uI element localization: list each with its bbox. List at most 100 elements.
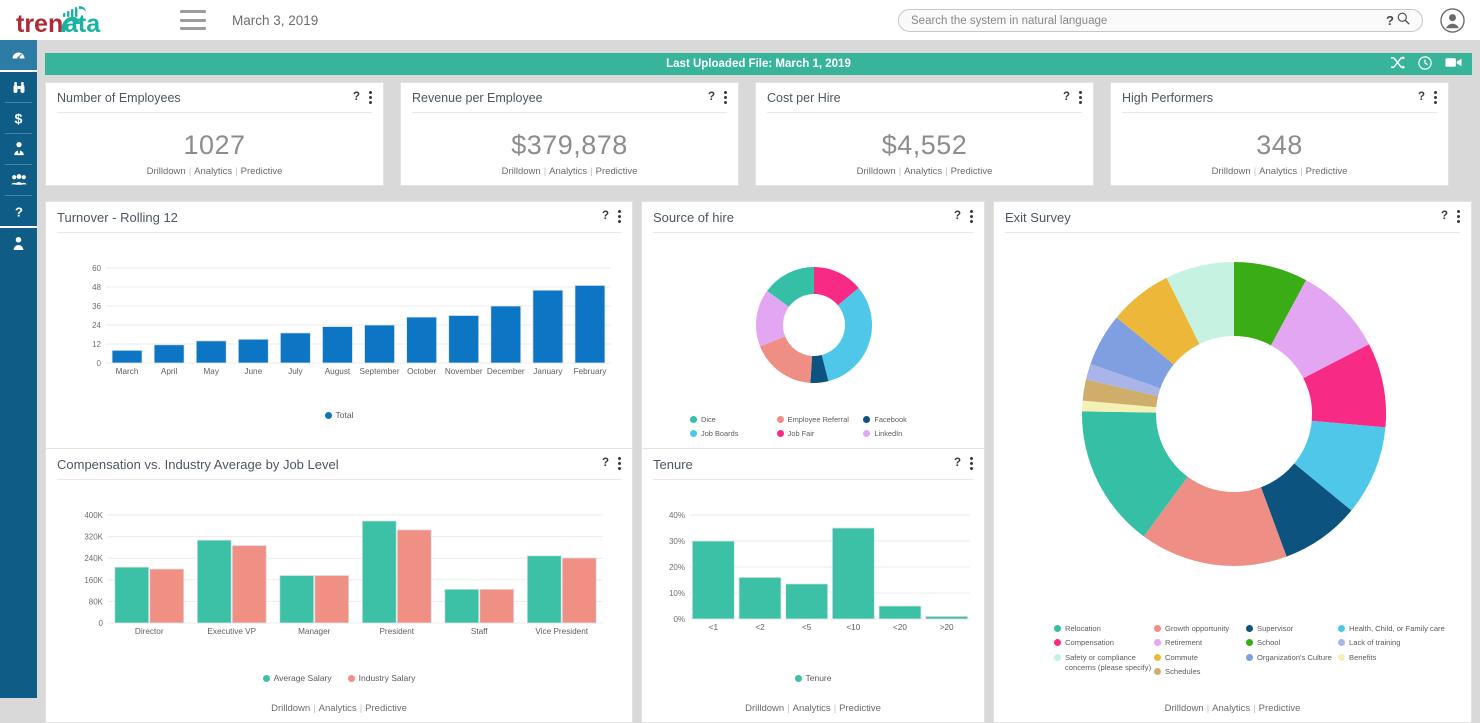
legend-item[interactable]: Health, Child, or Family care <box>1338 624 1448 634</box>
analytics-link[interactable]: Analytics <box>904 166 942 177</box>
drilldown-link[interactable]: Drilldown <box>1212 166 1251 177</box>
legend-item[interactable]: Facebook <box>863 415 950 424</box>
more-options-icon[interactable] <box>970 210 973 223</box>
more-options-icon[interactable] <box>369 91 372 104</box>
legend-item[interactable]: Total <box>324 410 353 420</box>
predictive-link[interactable]: Predictive <box>1306 166 1348 177</box>
sidebar-item-profile[interactable] <box>0 228 37 258</box>
kpi-card-cost-per-hire[interactable]: Cost per Hire ? $4,552 Drilldown | Analyti… <box>755 82 1094 186</box>
help-icon[interactable]: ? <box>708 91 715 104</box>
predictive-link[interactable]: Predictive <box>839 703 881 714</box>
drilldown-link[interactable]: Drilldown <box>857 166 896 177</box>
search-bar[interactable]: ? <box>898 9 1423 32</box>
help-icon[interactable]: ? <box>954 210 961 223</box>
help-icon[interactable]: ? <box>1063 91 1070 104</box>
help-icon[interactable]: ? <box>1441 210 1448 223</box>
panel-compensation[interactable]: Compensation vs. Industry Average by Job… <box>45 448 633 723</box>
panel-source-of-hire[interactable]: Source of hire ? Dice Employee Referral Fa… <box>641 201 985 476</box>
analytics-link[interactable]: Analytics <box>1212 703 1250 714</box>
sidebar-item-compensation[interactable]: $ <box>0 103 37 133</box>
source-of-hire-donut-chart[interactable] <box>642 247 986 407</box>
analytics-link[interactable]: Analytics <box>194 166 232 177</box>
legend-item[interactable]: Job Boards <box>690 429 777 438</box>
svg-text:0: 0 <box>97 359 102 368</box>
legend-item[interactable]: Industry Salary <box>347 673 415 683</box>
legend-item[interactable]: School <box>1246 638 1338 648</box>
trendata-logo[interactable]: tren ata <box>16 4 138 36</box>
search-input[interactable] <box>899 14 1387 27</box>
tenure-bar-chart[interactable]: 0% 10% 20% 30% 40% <1 <2 <5 <10 <20 >20 <box>642 507 986 667</box>
exit-survey-donut-chart[interactable] <box>994 244 1473 604</box>
predictive-link[interactable]: Predictive <box>365 703 407 714</box>
video-camera-icon[interactable] <box>1445 56 1462 69</box>
panel-tenure[interactable]: Tenure ? 0% 10% 20% 30% 40% <1 <2 <5 <10 <20 >20 T… <box>641 448 985 723</box>
legend-item[interactable]: Employee Referral <box>776 415 864 424</box>
sidebar-item-recruiting[interactable] <box>0 134 37 164</box>
drilldown-link[interactable]: Drilldown <box>745 703 784 714</box>
clock-icon[interactable] <box>1418 55 1432 70</box>
legend-color-swatch <box>1154 667 1161 675</box>
sidebar-item-help[interactable]: ? <box>0 196 37 226</box>
kpi-card-high-performers[interactable]: High Performers ? 348 Drilldown | Analytic… <box>1110 82 1449 186</box>
svg-text:ata: ata <box>64 10 101 36</box>
more-options-icon[interactable] <box>618 210 621 223</box>
more-options-icon[interactable] <box>1079 91 1082 104</box>
help-icon[interactable]: ? <box>602 457 609 470</box>
panel-turnover[interactable]: Turnover - Rolling 12 ? 0 12 24 36 48 60 March… <box>45 201 633 476</box>
legend-item[interactable]: Commute <box>1154 653 1246 663</box>
legend-item[interactable]: Retirement <box>1154 638 1246 648</box>
legend-item[interactable]: Schedules <box>1154 667 1246 677</box>
more-options-icon[interactable] <box>618 457 621 470</box>
kpi-card-number-of-employees[interactable]: Number of Employees ? 1027 Drilldown | Ana… <box>45 82 384 186</box>
analytics-link[interactable]: Analytics <box>319 703 357 714</box>
kpi-value: 348 <box>1256 130 1303 160</box>
drilldown-link[interactable]: Drilldown <box>502 166 541 177</box>
legend-item[interactable]: Lack of training <box>1338 638 1448 648</box>
legend-item[interactable]: Supervisor <box>1246 624 1338 634</box>
more-options-icon[interactable] <box>1434 91 1437 104</box>
predictive-link[interactable]: Predictive <box>951 166 993 177</box>
kpi-card-revenue-per-employee[interactable]: Revenue per Employee ? $379,878 Drilldow… <box>400 82 739 186</box>
legend-item[interactable]: Tenure <box>794 673 832 683</box>
sidebar-item-dashboard[interactable] <box>0 40 37 70</box>
svg-text:40%: 40% <box>669 511 685 520</box>
turnover-bar-chart[interactable]: 0 12 24 36 48 60 March April May June July August Se… <box>46 260 634 405</box>
legend-item[interactable]: Growth opportunity <box>1154 624 1246 634</box>
sidebar-item-workforce[interactable] <box>0 165 37 195</box>
legend-item[interactable]: Dice <box>690 415 777 424</box>
legend-item[interactable]: LinkedIn <box>863 429 950 438</box>
legend-item[interactable]: Average Salary <box>262 673 332 683</box>
help-icon[interactable]: ? <box>1418 91 1425 104</box>
shuffle-icon[interactable] <box>1390 55 1405 70</box>
predictive-link[interactable]: Predictive <box>1259 703 1301 714</box>
drilldown-link[interactable]: Drilldown <box>147 166 186 177</box>
search-icon[interactable] <box>1397 12 1410 30</box>
drilldown-link[interactable]: Drilldown <box>271 703 310 714</box>
legend-item[interactable]: Organization's Culture <box>1246 653 1338 663</box>
hamburger-icon[interactable] <box>180 10 206 30</box>
predictive-link[interactable]: Predictive <box>241 166 283 177</box>
user-avatar-icon[interactable] <box>1440 8 1465 33</box>
drilldown-link[interactable]: Drilldown <box>1165 703 1204 714</box>
compensation-bar-chart[interactable]: 0 80K 160K 240K 320K 400K Director Executive VP… <box>46 507 634 667</box>
svg-text:Manager: Manager <box>298 627 331 636</box>
panel-exit-survey[interactable]: Exit Survey ? Relocation Compensation Safe… <box>993 201 1472 723</box>
legend-item[interactable]: Relocation <box>1054 624 1154 634</box>
legend-item[interactable]: Benefits <box>1338 653 1448 663</box>
more-options-icon[interactable] <box>1457 210 1460 223</box>
analytics-link[interactable]: Analytics <box>793 703 831 714</box>
legend-item[interactable]: Job Fair <box>776 429 864 438</box>
help-icon[interactable]: ? <box>602 210 609 223</box>
more-options-icon[interactable] <box>970 457 973 470</box>
search-help-icon[interactable]: ? <box>1386 13 1394 28</box>
analytics-link[interactable]: Analytics <box>1259 166 1297 177</box>
analytics-link[interactable]: Analytics <box>549 166 587 177</box>
legend-item[interactable]: Compensation <box>1054 638 1154 648</box>
help-icon[interactable]: ? <box>954 457 961 470</box>
more-options-icon[interactable] <box>724 91 727 104</box>
legend-item[interactable]: Safety or compliance concerns (please sp… <box>1054 653 1154 674</box>
predictive-link[interactable]: Predictive <box>596 166 638 177</box>
sidebar-item-discover[interactable] <box>0 72 37 102</box>
dashboard-content: Last Uploaded File: March 1, 2019 Number… <box>37 40 1480 723</box>
help-icon[interactable]: ? <box>353 91 360 104</box>
